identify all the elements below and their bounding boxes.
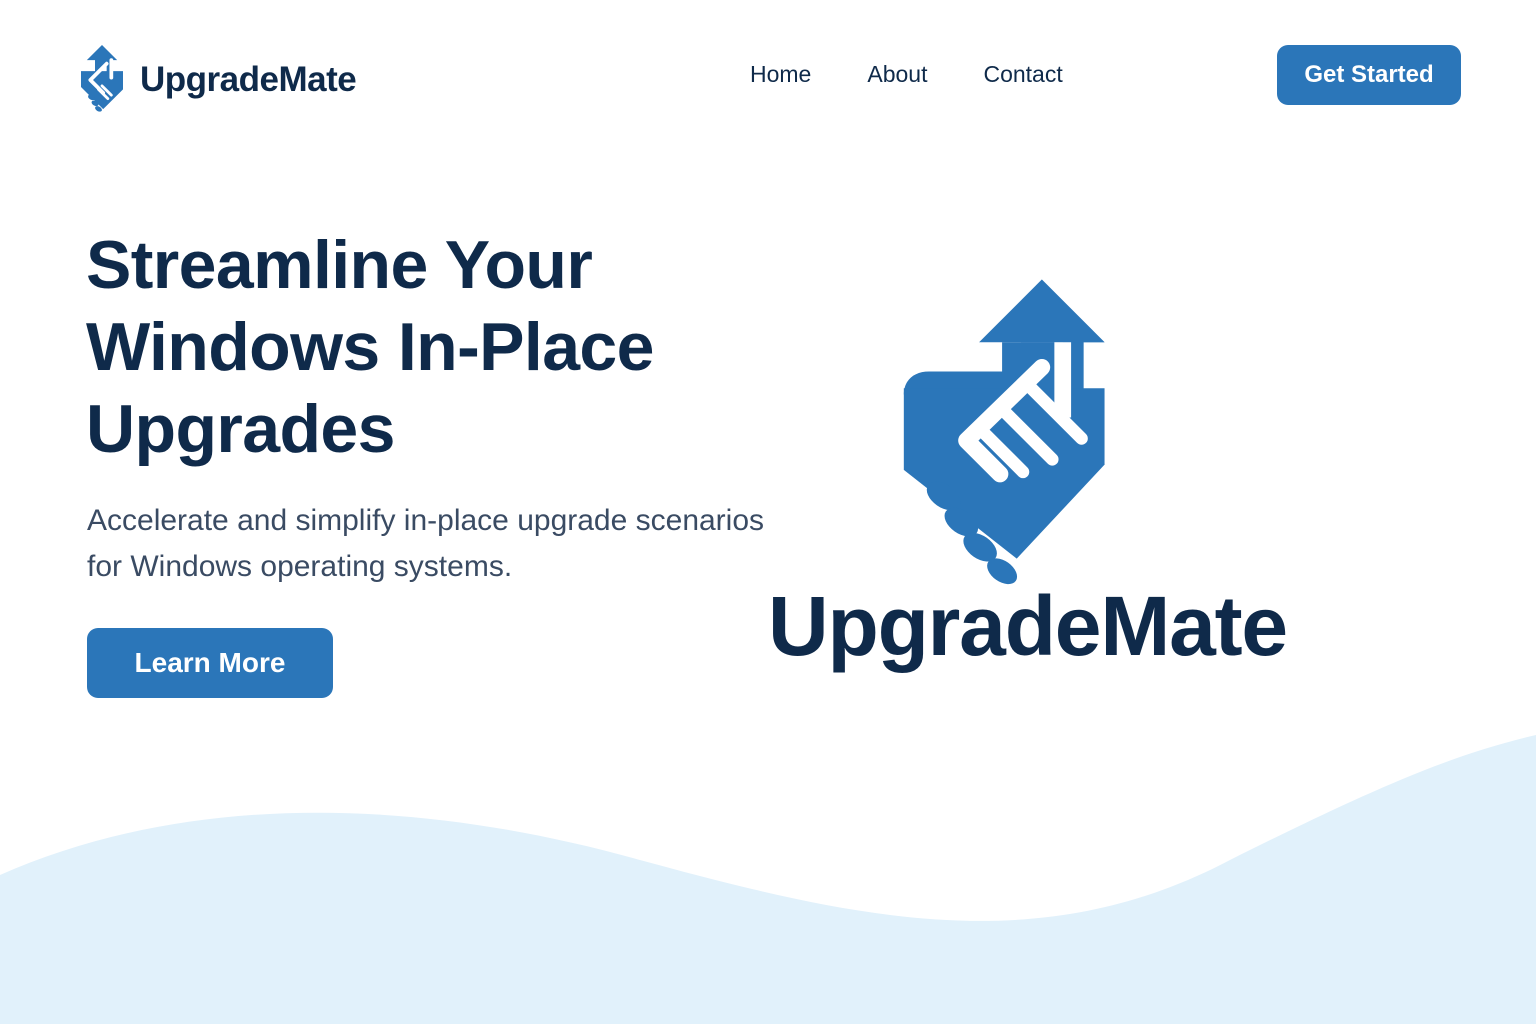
handshake-upload-icon — [903, 279, 1105, 585]
main-nav: Home About Contact — [750, 58, 1063, 90]
hero-logo: UpgradeMate — [760, 260, 1288, 680]
nav-link-home[interactable]: Home — [750, 58, 811, 90]
brand-name: UpgradeMate — [140, 60, 357, 99]
hero-wordmark: UpgradeMate — [768, 579, 1288, 673]
hero-subtitle: Accelerate and simplify in-place upgrade… — [87, 504, 765, 583]
handshake-upload-icon — [81, 45, 123, 112]
get-started-button[interactable]: Get Started — [1277, 45, 1461, 105]
brand-logo-link[interactable]: UpgradeMate — [74, 44, 357, 116]
nav-link-contact[interactable]: Contact — [983, 58, 1062, 90]
hero-title: Streamline Your Windows In-Place Upgrade… — [86, 227, 654, 467]
site-header: UpgradeMate Home About Contact Get Start… — [0, 0, 1536, 150]
learn-more-button[interactable]: Learn More — [87, 628, 333, 698]
nav-link-about[interactable]: About — [867, 58, 927, 90]
